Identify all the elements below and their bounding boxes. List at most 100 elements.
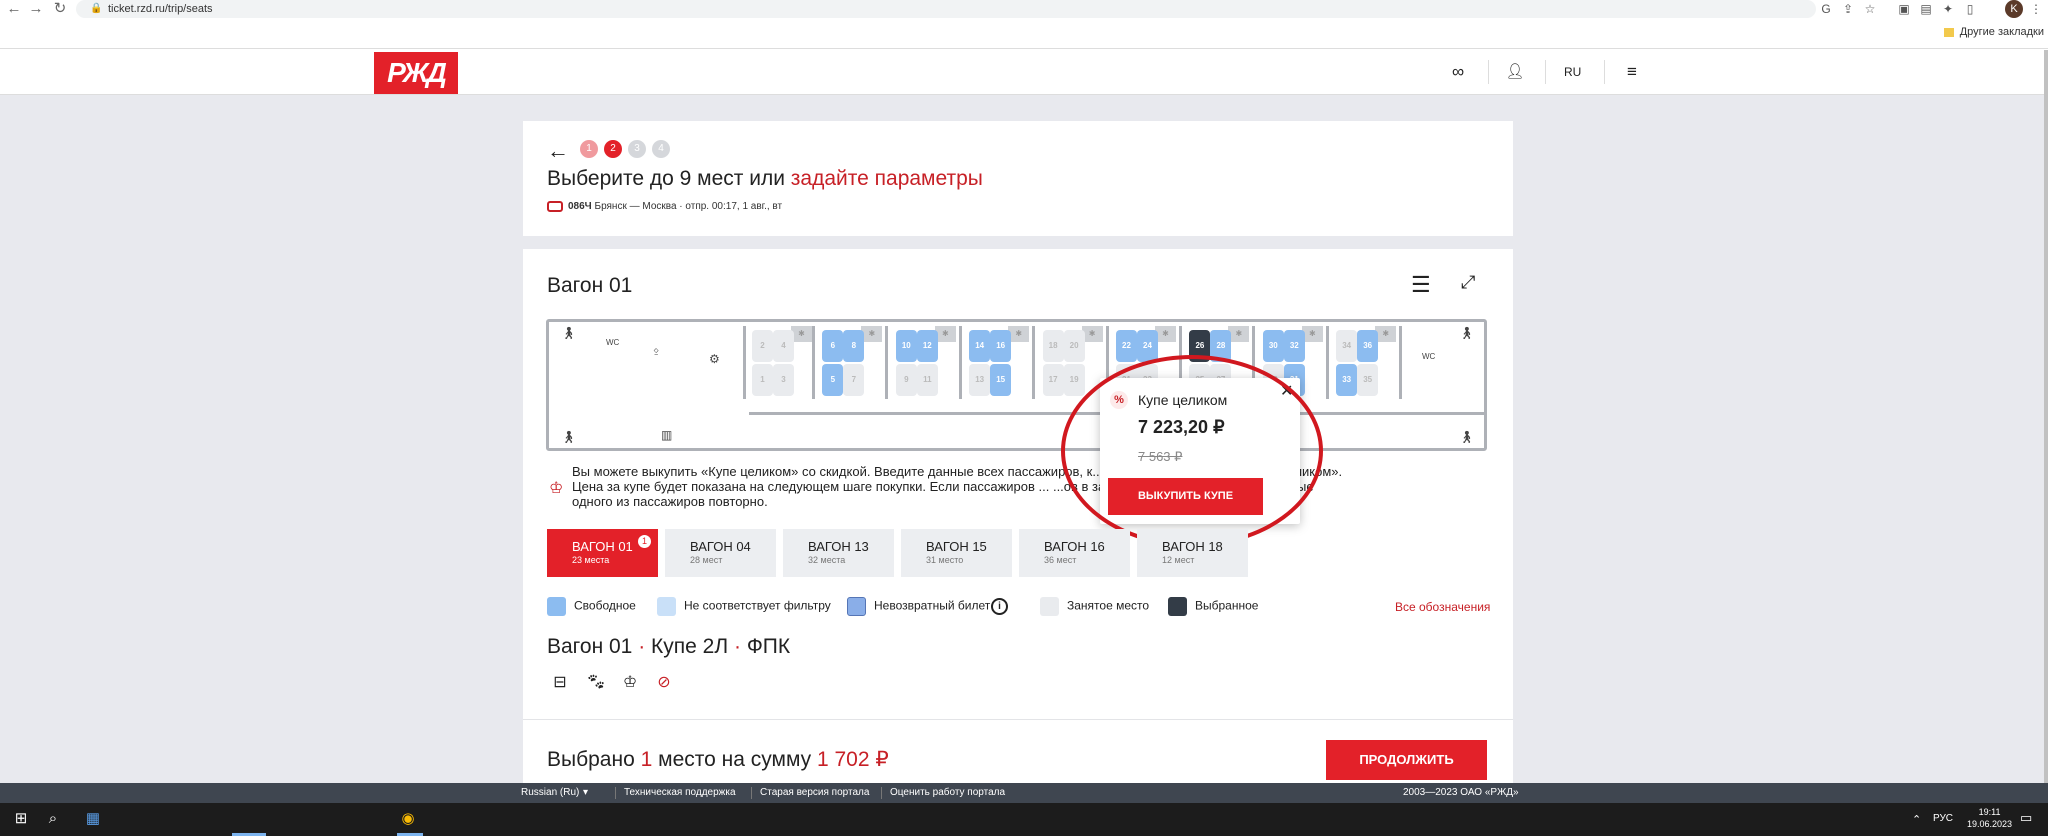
tray-language[interactable]: РУС (1933, 813, 1953, 824)
seat-3[interactable]: 3 (773, 364, 794, 396)
rate-portal-link[interactable]: Оценить работу портала (890, 787, 1005, 798)
step-4: 4 (652, 140, 670, 158)
taskbar (0, 803, 2048, 836)
compartment: 6 5 ✱ 8 7 (816, 326, 889, 399)
wagon-subtitle: Вагон 01 · Купе 2Л · ФПК (547, 635, 791, 658)
table-mark: ✱ (934, 326, 956, 342)
legend-swatch (1040, 597, 1059, 616)
support-link[interactable]: Техническая поддержка (624, 787, 736, 798)
tab-wagon-15[interactable]: ВАГОН 15 31 место (901, 529, 1012, 577)
seat-33[interactable]: 33 (1336, 364, 1358, 396)
seat-36[interactable]: 36 (1357, 330, 1379, 362)
seat-5[interactable]: 5 (822, 364, 844, 396)
calculator-icon[interactable]: ▦ (80, 807, 106, 831)
lock-icon[interactable]: 🔒 (90, 3, 102, 14)
step-1[interactable]: 1 (580, 140, 598, 158)
seat-10[interactable]: 10 (895, 330, 917, 362)
back-icon[interactable]: ← (2, 0, 26, 18)
seat-14[interactable]: 14 (969, 330, 991, 362)
tab-wagon-04[interactable]: ВАГОН 04 28 мест (665, 529, 776, 577)
chrome-icon[interactable]: ◉ (395, 807, 421, 831)
tab-wagon-13[interactable]: ВАГОН 13 32 места (783, 529, 894, 577)
folder-icon (1943, 27, 1954, 37)
tab-badge: 1 (637, 534, 652, 549)
info-icon[interactable]: i (991, 598, 1008, 615)
scrollbar[interactable] (2044, 50, 2048, 783)
seat-9[interactable]: 9 (895, 364, 917, 396)
tray-clock[interactable]: 19:11 19.06.2023 (1967, 806, 2012, 830)
compartment: 34 33 ✱ 36 35 (1330, 326, 1403, 399)
chevron-down-icon[interactable]: ▾ (583, 787, 588, 798)
seat-17[interactable]: 17 (1042, 364, 1064, 396)
legend-nonrefund: Невозвратный билет (847, 597, 990, 616)
seat-16[interactable]: 16 (990, 330, 1012, 362)
continue-button[interactable]: ПРОДОЛЖИТЬ (1326, 740, 1487, 780)
close-icon[interactable]: ✕ (1280, 381, 1293, 401)
profile-avatar[interactable]: K (2005, 0, 2023, 18)
list-view-icon[interactable]: ☰ (1411, 272, 1431, 298)
language-switch[interactable]: RU (1564, 65, 1581, 79)
chevron-up-icon[interactable]: ⌃ (1912, 813, 1921, 826)
tab-wagon-18[interactable]: ВАГОН 18 12 мест (1137, 529, 1248, 577)
fullscreen-icon[interactable]: ⤢ (1461, 272, 1475, 293)
user-icon[interactable]: 👤︎ (1503, 62, 1527, 82)
legend-busy: Занятое место (1040, 597, 1149, 616)
seat-2[interactable]: 2 (752, 330, 773, 362)
google-icon[interactable]: G (1818, 1, 1834, 17)
seat-6[interactable]: 6 (822, 330, 844, 362)
seat-28[interactable]: 28 (1210, 330, 1232, 362)
seat-20[interactable]: 20 (1063, 330, 1085, 362)
seat-32[interactable]: 32 (1283, 330, 1305, 362)
search-icon[interactable]: ⌕ (40, 807, 66, 831)
seat-13[interactable]: 13 (969, 364, 991, 396)
all-legend-link[interactable]: Все обозначения (1395, 600, 1490, 614)
address-bar[interactable]: ticket.rzd.ru/trip/seats (76, 0, 1816, 18)
service-icon: ⚙ (709, 352, 720, 366)
seat-12[interactable]: 12 (916, 330, 938, 362)
seat-4[interactable]: 4 (773, 330, 794, 362)
seat-35[interactable]: 35 (1357, 364, 1379, 396)
seat-15[interactable]: 15 (990, 364, 1012, 396)
reload-icon[interactable]: ↻ (48, 0, 72, 18)
seat-24[interactable]: 24 (1137, 330, 1158, 362)
popup-title: Купе целиком (1138, 392, 1228, 408)
tab-wagon-16[interactable]: ВАГОН 16 36 мест (1019, 529, 1130, 577)
set-parameters-link[interactable]: задайте параметры (791, 167, 983, 190)
coupe-price: 7 223,20 ₽ (1138, 417, 1225, 437)
seat-19[interactable]: 19 (1063, 364, 1085, 396)
exit-icon: 🚶︎ (561, 430, 577, 444)
star-icon[interactable]: ☆ (1862, 1, 1878, 17)
puzzle-icon[interactable]: ✦ (1940, 1, 1956, 17)
bed-icon: ⊟ (553, 674, 567, 691)
seat-1[interactable]: 1 (752, 364, 773, 396)
conductor-icon: ⍚ (653, 342, 661, 356)
accessibility-glasses-icon[interactable]: ∞ (1446, 62, 1470, 82)
seat-11[interactable]: 11 (916, 364, 938, 396)
wc-label: WC (606, 338, 620, 347)
step-2[interactable]: 2 (604, 140, 622, 158)
seat-7[interactable]: 7 (843, 364, 865, 396)
rzd-logo[interactable]: РЖД (374, 52, 458, 94)
seat-26[interactable]: 26 (1189, 330, 1211, 362)
seat-18[interactable]: 18 (1042, 330, 1064, 362)
footer-language[interactable]: Russian (Ru) (521, 787, 579, 798)
back-arrow-icon[interactable]: ← (547, 138, 569, 164)
forward-icon[interactable]: → (24, 0, 48, 18)
other-bookmarks[interactable]: Другие закладки (1943, 26, 2044, 38)
train-icon (547, 201, 563, 212)
share-icon[interactable]: ⇪ (1840, 1, 1856, 17)
old-version-link[interactable]: Старая версия портала (760, 787, 869, 798)
menu-dots-icon[interactable]: ⋮ (2028, 1, 2044, 17)
extension-icon[interactable]: ▤ (1918, 1, 1934, 17)
seat-34[interactable]: 34 (1336, 330, 1358, 362)
seat-30[interactable]: 30 (1262, 330, 1284, 362)
seat-8[interactable]: 8 (843, 330, 865, 362)
extension-icon[interactable]: ▣ (1896, 1, 1912, 17)
menu-icon[interactable]: ≡ (1620, 62, 1644, 82)
coupe-old-price: 7 563 ₽ (1138, 449, 1183, 464)
buy-coupe-button[interactable]: ВЫКУПИТЬ КУПЕ (1108, 478, 1263, 515)
sidebar-icon[interactable]: ▯ (1962, 1, 1978, 17)
windows-start-icon[interactable]: ⊞ (8, 807, 34, 831)
notification-icon[interactable]: ▭ (2020, 810, 2032, 826)
seat-22[interactable]: 22 (1116, 330, 1137, 362)
